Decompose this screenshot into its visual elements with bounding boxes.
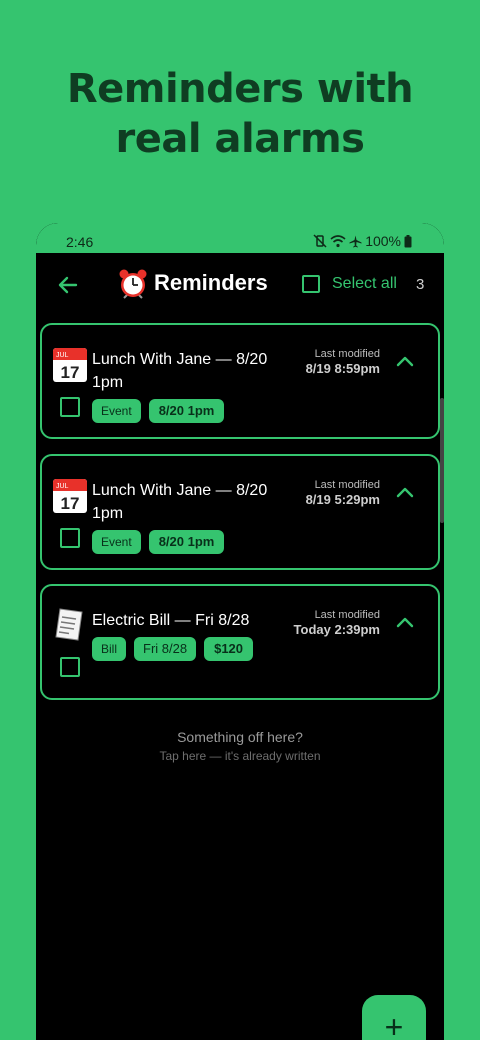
- chip-row: Event 8/20 1pm: [92, 530, 225, 554]
- chip-row: Event 8/20 1pm: [92, 399, 225, 423]
- type-chip[interactable]: Event: [92, 399, 141, 423]
- last-modified-value: Today 2:39pm: [293, 622, 380, 637]
- last-modified-value: 8/19 8:59pm: [305, 361, 380, 376]
- last-modified-label: Last modified: [314, 348, 380, 360]
- reminder-title[interactable]: Electric Bill — Fri 8/28: [92, 609, 292, 632]
- date-chip[interactable]: 8/20 1pm: [148, 399, 225, 423]
- chip-row: Bill Fri 8/28 $120: [92, 637, 254, 661]
- phone-screen: 2:46 100% Reminders Select all 3 JUL 17 …: [36, 223, 444, 1040]
- svg-text:17: 17: [61, 494, 80, 513]
- calendar-icon: JUL 17: [53, 348, 87, 382]
- reminder-checkbox[interactable]: [60, 657, 80, 677]
- select-all-label[interactable]: Select all: [332, 275, 397, 293]
- svg-text:JUL: JUL: [56, 352, 69, 359]
- select-all-control[interactable]: Select all: [302, 275, 397, 293]
- last-modified-label: Last modified: [314, 479, 380, 491]
- add-reminder-button[interactable]: +: [362, 995, 426, 1040]
- app-bar: Reminders Select all 3: [36, 253, 444, 317]
- select-all-checkbox[interactable]: [302, 275, 320, 293]
- chevron-up-icon[interactable]: [396, 616, 414, 628]
- battery-percent: 100%: [365, 233, 401, 249]
- reminder-checkbox[interactable]: [60, 528, 80, 548]
- wifi-icon: [330, 234, 346, 247]
- battery-icon: [404, 234, 412, 247]
- headline-line-1: Reminders with: [66, 66, 414, 112]
- calendar-icon: JUL 17: [53, 479, 87, 513]
- reminder-card[interactable]: JUL 17 Lunch With Jane — 8/20 1pm Last m…: [40, 323, 440, 439]
- type-chip[interactable]: Bill: [92, 637, 127, 661]
- scroll-indicator: [440, 398, 444, 523]
- vibrate-mute-icon: [313, 234, 327, 248]
- reminder-title[interactable]: Lunch With Jane — 8/20 1pm: [92, 348, 282, 394]
- feedback-prompt-subtitle[interactable]: Tap here — it's already written: [36, 749, 444, 763]
- type-chip[interactable]: Event: [92, 530, 141, 554]
- promo-headline: Reminders with real alarms: [0, 64, 480, 164]
- status-icons: 100%: [313, 233, 412, 249]
- reminder-checkbox[interactable]: [60, 397, 80, 417]
- receipt-icon: [55, 608, 83, 641]
- date-chip[interactable]: 8/20 1pm: [148, 530, 225, 554]
- svg-text:JUL: JUL: [56, 483, 69, 490]
- last-modified-value: 8/19 5:29pm: [305, 492, 380, 507]
- feedback-prompt-title[interactable]: Something off here?: [36, 729, 444, 745]
- svg-text:17: 17: [61, 363, 80, 382]
- airplane-icon: [349, 235, 362, 247]
- plus-icon: +: [384, 1009, 404, 1040]
- headline-line-2: real alarms: [115, 116, 365, 162]
- alarm-clock-icon: [119, 269, 147, 299]
- status-bar: 2:46 100%: [36, 223, 444, 253]
- reminder-title[interactable]: Lunch With Jane — 8/20 1pm: [92, 479, 282, 525]
- chevron-up-icon[interactable]: [396, 486, 414, 498]
- title-group: Reminders: [118, 267, 268, 299]
- status-time: 2:46: [66, 234, 94, 250]
- reminder-card[interactable]: JUL 17 Lunch With Jane — 8/20 1pm Last m…: [40, 454, 440, 570]
- chevron-up-icon[interactable]: [396, 355, 414, 367]
- arrow-left-icon[interactable]: [56, 273, 80, 297]
- last-modified-label: Last modified: [314, 609, 380, 621]
- page-title: Reminders: [154, 270, 268, 295]
- amount-chip[interactable]: $120: [204, 637, 254, 661]
- reminder-card[interactable]: Electric Bill — Fri 8/28 Last modified T…: [40, 584, 440, 700]
- reminder-count: 3: [416, 276, 425, 293]
- date-chip[interactable]: Fri 8/28: [134, 637, 197, 661]
